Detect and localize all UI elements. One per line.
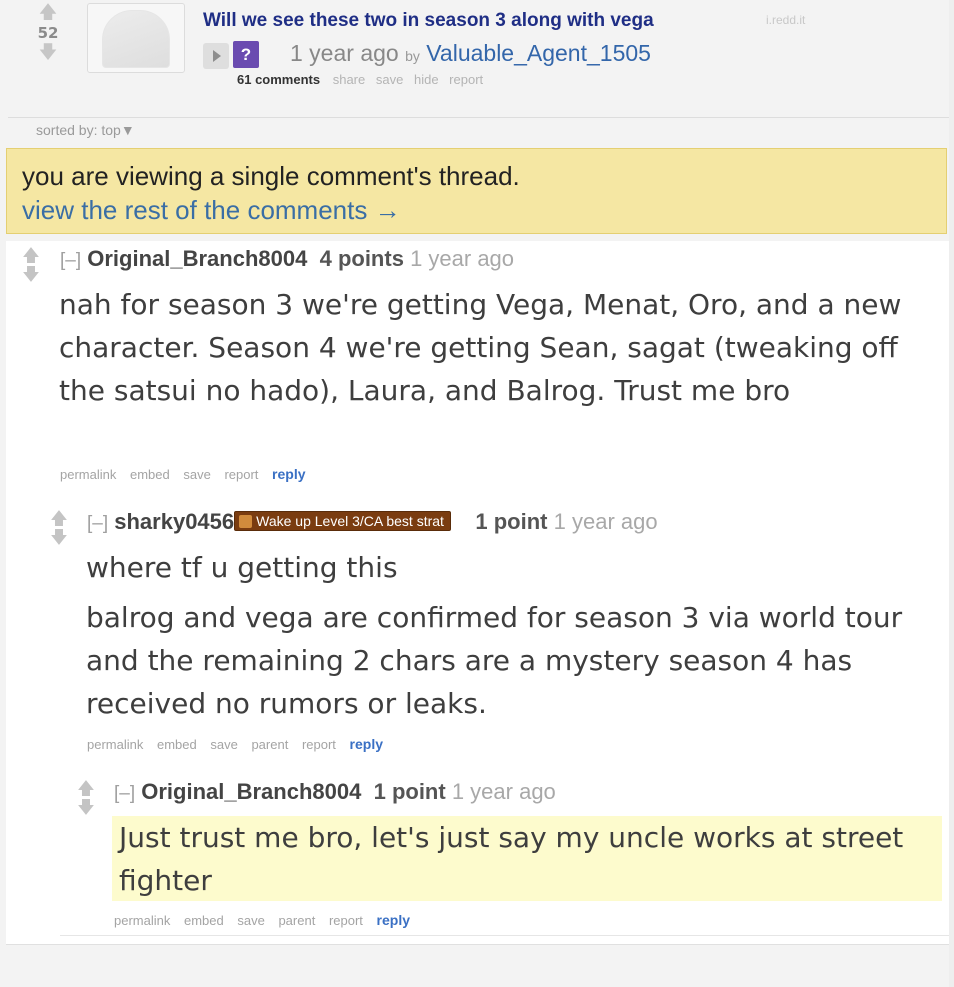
header-divider [8, 117, 949, 118]
comment-author-link[interactable]: Original_Branch8004 [87, 246, 307, 271]
reddit-thread-page: 🡅 52 🡇 Will we see these two in season 3… [0, 0, 949, 987]
expand-play-icon[interactable] [203, 43, 229, 69]
share-link[interactable]: share [333, 72, 366, 87]
report-link[interactable]: report [449, 72, 483, 87]
collapse-toggle[interactable]: [–] [60, 250, 81, 271]
post-author-link[interactable]: Valuable_Agent_1505 [426, 40, 651, 66]
parent-link[interactable]: parent [278, 913, 315, 928]
collapse-toggle[interactable]: [–] [114, 783, 135, 804]
comment-vote: 🡅 🡇 [20, 247, 42, 285]
upvote-icon[interactable]: 🡅 [75, 780, 97, 799]
downvote-icon[interactable]: 🡇 [28, 44, 68, 62]
comment-body: where tf u getting this balrog and vega … [86, 546, 936, 725]
embed-link[interactable]: embed [184, 913, 224, 928]
downvote-icon[interactable]: 🡇 [48, 529, 70, 548]
comments-link[interactable]: 61 comments [237, 72, 320, 87]
report-link[interactable]: report [224, 467, 258, 482]
post-tagline: 1 year ago by Valuable_Agent_1505 [290, 40, 651, 67]
comment-points: 1 point [475, 509, 548, 534]
comment-points: 4 points [319, 246, 404, 271]
upvote-icon[interactable]: 🡅 [28, 4, 68, 22]
permalink-link[interactable]: permalink [114, 913, 170, 928]
save-link[interactable]: save [376, 72, 403, 87]
user-flair: Wake up Level 3/CA best strat [234, 511, 451, 531]
report-link[interactable]: report [329, 913, 363, 928]
comments-panel: 🡅 🡇 [–] Original_Branch8004 4 points 1 y… [6, 241, 949, 945]
notice-text: you are viewing a single comment's threa… [22, 161, 520, 191]
post-by-label: by [405, 48, 420, 64]
save-link[interactable]: save [210, 737, 237, 752]
flair-avatar-icon [239, 515, 253, 528]
sort-menu[interactable]: sorted by: top▼ [36, 122, 135, 138]
report-link[interactable]: report [302, 737, 336, 752]
post-flair-question-icon: ? [233, 41, 259, 68]
comment-text: balrog and vega are confirmed for season… [86, 601, 903, 720]
reply-link[interactable]: reply [350, 736, 383, 752]
view-all-comments-link[interactable]: view the rest of the comments → [22, 195, 401, 226]
post-title-link[interactable]: Will we see these two in season 3 along … [203, 10, 654, 32]
permalink-link[interactable]: permalink [60, 467, 116, 482]
comment-age: 1 year ago [410, 246, 515, 271]
comment-header: [–] sharky0456 Wake up Level 3/CA best st… [87, 509, 658, 535]
parent-link[interactable]: parent [251, 737, 288, 752]
hide-link[interactable]: hide [414, 72, 439, 87]
comment-text: nah for season 3 we're getting Vega, Men… [59, 288, 902, 407]
permalink-link[interactable]: permalink [87, 737, 143, 752]
post-thumbnail[interactable] [87, 3, 185, 73]
comment-body: Just trust me bro, let's just say my unc… [119, 816, 934, 902]
comment-vote: 🡅 🡇 [48, 510, 70, 548]
save-link[interactable]: save [237, 913, 264, 928]
embed-link[interactable]: embed [130, 467, 170, 482]
reply-link[interactable]: reply [377, 912, 410, 928]
upvote-icon[interactable]: 🡅 [20, 247, 42, 266]
comment-text: where tf u getting this [86, 551, 398, 584]
downvote-icon[interactable]: 🡇 [75, 799, 97, 818]
comment-age: 1 year ago [451, 779, 556, 804]
post-score: 52 [37, 24, 59, 42]
downvote-icon[interactable]: 🡇 [20, 266, 42, 285]
child-divider [60, 935, 949, 936]
comment-body: nah for season 3 we're getting Vega, Men… [59, 283, 939, 412]
comment-vote: 🡅 🡇 [75, 780, 97, 818]
comment-header: [–] Original_Branch8004 4 points 1 year … [60, 246, 514, 272]
comment-buttons: permalink embed save report reply [60, 466, 316, 482]
comment-buttons: permalink embed save parent report reply [114, 912, 420, 928]
single-thread-notice: you are viewing a single comment's threa… [6, 148, 947, 234]
post-age: 1 year ago [290, 40, 399, 66]
post-domain[interactable]: i.redd.it [766, 13, 805, 27]
comment-text: Just trust me bro, let's just say my unc… [119, 821, 904, 897]
comment-age: 1 year ago [553, 509, 658, 534]
comment-author-link[interactable]: sharky0456 [114, 509, 234, 534]
comment-author-link[interactable]: Original_Branch8004 [141, 779, 361, 804]
save-link[interactable]: save [183, 467, 210, 482]
embed-link[interactable]: embed [157, 737, 197, 752]
comment-buttons: permalink embed save parent report reply [87, 736, 393, 752]
thumbnail-image [102, 10, 170, 68]
comment-points: 1 point [373, 779, 446, 804]
collapse-toggle[interactable]: [–] [87, 513, 108, 534]
user-flair-text: Wake up Level 3/CA best strat [256, 513, 444, 529]
upvote-icon[interactable]: 🡅 [48, 510, 70, 529]
reply-link[interactable]: reply [272, 466, 305, 482]
post-action-buttons: 61 comments share save hide report [237, 72, 490, 87]
comment-header: [–] Original_Branch8004 1 point 1 year a… [114, 779, 556, 805]
post-vote-column: 🡅 52 🡇 [28, 4, 68, 62]
